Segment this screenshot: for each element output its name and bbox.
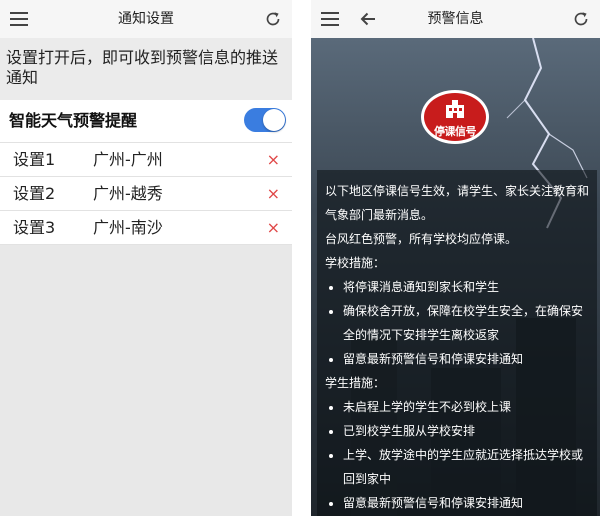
setting-name: 设置2 [13,184,56,203]
setting-location: 广州-南沙 [93,218,163,237]
switch-knob [263,109,285,131]
hamburger-menu-icon[interactable] [313,0,347,38]
screen-divider [292,0,311,516]
class-suspension-signal-badge: 停课信号 [421,90,489,144]
student-measures-heading: 学生措施： [325,376,386,390]
refresh-icon[interactable] [564,0,598,38]
setting-name: 设置3 [13,218,56,237]
top-bar: 通知设置 [0,0,292,39]
alert-info-screen: 预警信息 停课信号 以下地区停课信号生效，请学生、家长关注教育和气象部门最新消息… [311,0,600,516]
setting-location: 广州-广州 [93,150,163,169]
signal-circle: 停课信号 [424,93,486,141]
settings-row[interactable]: 设置3 广州-南沙 × [0,211,292,245]
setting-location: 广州-越秀 [93,184,163,203]
hamburger-menu-icon[interactable] [2,0,36,38]
school-building-icon [446,100,464,118]
refresh-icon[interactable] [256,0,290,38]
list-item: 已到校学生服从学校安排 [343,419,589,443]
alert-text: 台风红色预警，所有学校均应停课。 [325,232,518,246]
top-bar: 预警信息 [311,0,600,39]
delete-icon[interactable]: × [267,177,280,210]
toggle-label: 智能天气预警提醒 [9,111,138,130]
back-arrow-icon[interactable] [351,0,385,38]
settings-row[interactable]: 设置2 广州-越秀 × [0,177,292,211]
list-item: 确保校舍开放，保障在校学生安全，在确保安全的情况下安排学生离校返家 [343,299,589,347]
weather-alert-switch[interactable] [244,108,286,132]
list-item: 将停课消息通知到家长和学生 [343,275,589,299]
setting-name: 设置1 [13,150,56,169]
school-measures-heading: 学校措施： [325,256,386,270]
delete-icon[interactable]: × [267,143,280,176]
alert-message-panel: 以下地区停课信号生效，请学生、家长关注教育和气象部门最新消息。 台风红色预警，所… [317,170,597,516]
delete-icon[interactable]: × [267,211,280,244]
list-item: 未启程上学的学生不必到校上课 [343,395,589,419]
storm-background-image: 停课信号 以下地区停课信号生效，请学生、家长关注教育和气象部门最新消息。 台风红… [311,38,600,516]
list-item: 留意最新预警信号和停课安排通知 [343,491,589,515]
notification-settings-screen: 通知设置 设置打开后，即可收到预警信息的推送通知 智能天气预警提醒 设置1 广州… [0,0,292,516]
list-item: 留意最新预警信号和停课安排通知 [343,347,589,371]
student-measures-list: 未启程上学的学生不必到校上课 已到校学生服从学校安排 上学、放学途中的学生应就近… [325,395,589,515]
settings-row[interactable]: 设置1 广州-广州 × [0,143,292,177]
signal-label: 停课信号 [434,125,477,138]
list-item: 上学、放学途中的学生应就近选择抵达学校或回到家中 [343,443,589,491]
push-notice-text: 设置打开后，即可收到预警信息的推送通知 [0,38,292,100]
intro-text: 以下地区停课信号生效，请学生、家长关注教育和气象部门最新消息。 [325,184,590,222]
page-title: 通知设置 [118,11,174,27]
school-measures-list: 将停课消息通知到家长和学生 确保校舍开放，保障在校学生安全，在确保安全的情况下安… [325,275,589,371]
weather-alert-toggle-row: 智能天气预警提醒 [0,100,292,143]
